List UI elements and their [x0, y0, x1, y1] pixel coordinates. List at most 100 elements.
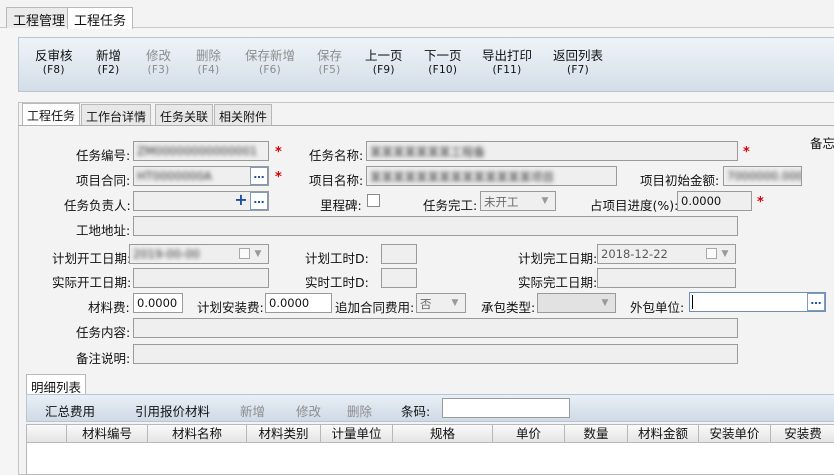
column-header[interactable]: 材料名称: [148, 425, 247, 443]
subcontractor-lookup-button[interactable]: …: [807, 293, 825, 311]
edit-button[interactable]: 修改 (F3): [146, 49, 171, 77]
task-complete-value: 未开工: [484, 195, 519, 209]
detail-delete-button[interactable]: 删除: [347, 401, 372, 420]
required-mark: *: [275, 170, 282, 185]
task-name-field[interactable]: 某某某某某某某工程备: [366, 141, 738, 161]
add-contract-fee-select[interactable]: 否 ▼: [416, 293, 466, 313]
text-cursor: [692, 295, 693, 309]
sum-fees-button[interactable]: 汇总费用: [45, 401, 95, 420]
actual-start-field[interactable]: [133, 268, 269, 288]
chevron-down-icon: ▼: [721, 249, 729, 259]
material-grid: 材料编号 材料名称 材料类别 计量单位 规格 单价 数量 材料金额 安装单价 安…: [26, 424, 834, 475]
delete-button[interactable]: 删除 (F4): [196, 49, 221, 77]
save-button[interactable]: 保存 (F5): [317, 49, 342, 77]
document-tab-bar: 工程管理 工程任务: [0, 0, 834, 29]
project-name-field[interactable]: 某某某某某某某某某某某某某某项目: [366, 166, 617, 186]
contract-field[interactable]: HT0000000A: [133, 166, 269, 186]
column-header[interactable]: 计量单位: [321, 425, 393, 443]
material-fee-field[interactable]: 0.0000: [133, 293, 183, 313]
tab-project-management[interactable]: 工程管理: [6, 7, 73, 29]
prev-page-key: (F9): [372, 64, 395, 76]
next-page-button[interactable]: 下一页 (F10): [424, 49, 462, 77]
memo-label: 备忘: [810, 136, 834, 151]
column-header[interactable]: 安装单价: [699, 425, 771, 443]
column-header[interactable]: 材料编号: [67, 425, 148, 443]
task-name-label: 任务名称:: [309, 148, 364, 163]
task-no-value: ZM00000000000001: [137, 144, 258, 158]
contract-type-select[interactable]: ▼: [537, 293, 616, 313]
column-header[interactable]: 材料类别: [247, 425, 321, 443]
column-header[interactable]: 数量: [565, 425, 628, 443]
remark-label: 备注说明:: [76, 351, 131, 366]
required-mark: *: [743, 145, 750, 160]
plan-start-date[interactable]: 2019-00-00 ▼: [129, 244, 269, 264]
site-address-field[interactable]: [133, 216, 738, 236]
grid-header: 材料编号 材料名称 材料类别 计量单位 规格 单价 数量 材料金额 安装单价 安…: [27, 425, 834, 443]
initial-amount-value: 7000000.0000: [727, 169, 801, 183]
progress-ratio-field[interactable]: 0.0000: [677, 191, 752, 211]
tab-detail-list[interactable]: 明细列表: [26, 374, 87, 395]
detail-new-button[interactable]: 新增: [240, 401, 265, 420]
actual-finish-field[interactable]: [597, 268, 736, 288]
task-name-value: 某某某某某某某工程备: [370, 145, 485, 159]
subtab-workbench-detail[interactable]: 工作台详情: [81, 104, 152, 125]
new-button[interactable]: 新增 (F2): [96, 49, 121, 77]
export-print-button[interactable]: 导出打印 (F11): [482, 49, 532, 77]
column-header[interactable]: 安装费: [771, 425, 834, 443]
new-key: (F2): [97, 64, 120, 76]
detail-edit-button[interactable]: 修改: [296, 401, 321, 420]
quote-materials-button[interactable]: 引用报价材料: [135, 401, 210, 420]
plan-start-label: 计划开工日期:: [52, 251, 132, 266]
column-header[interactable]: [27, 425, 67, 443]
task-no-label: 任务编号:: [76, 148, 131, 163]
next-page-label: 下一页: [424, 48, 462, 63]
milestone-checkbox[interactable]: [367, 194, 380, 207]
contract-label: 项目合同:: [76, 173, 131, 188]
subtab-project-task[interactable]: 工程任务: [22, 103, 81, 125]
plan-hours-field[interactable]: [381, 244, 417, 264]
task-complete-label: 任务完工:: [423, 198, 478, 213]
back-to-list-key: (F7): [566, 64, 590, 76]
actual-hours-field[interactable]: [381, 268, 417, 288]
add-contract-fee-value: 否: [420, 297, 432, 311]
plan-start-value: 2019-00-00: [133, 247, 200, 261]
actual-hours-label: 实时工时D:: [305, 275, 369, 290]
contract-type-label: 承包类型:: [481, 300, 536, 315]
prev-page-button[interactable]: 上一页 (F9): [365, 49, 403, 77]
contract-value: HT0000000A: [137, 169, 212, 183]
material-fee-label: 材料费:: [88, 300, 130, 315]
chevron-down-icon: ▼: [451, 298, 459, 308]
task-content-field[interactable]: [133, 318, 738, 338]
calendar-icon: [706, 248, 717, 259]
plan-install-fee-field[interactable]: 0.0000: [265, 293, 332, 313]
prev-page-label: 上一页: [365, 48, 403, 63]
task-no-field[interactable]: ZM00000000000001: [133, 141, 269, 161]
remark-field[interactable]: [133, 344, 738, 364]
project-name-value: 某某某某某某某某某某某某某某项目: [370, 170, 554, 184]
initial-amount-field[interactable]: 7000000.0000: [723, 166, 802, 186]
subtab-attachments[interactable]: 相关附件: [214, 104, 273, 125]
chevron-down-icon: ▼: [254, 249, 262, 259]
task-content-label: 任务内容:: [76, 325, 131, 340]
plan-finish-date[interactable]: 2018-12-22 ▼: [597, 244, 736, 264]
column-header[interactable]: 材料金额: [628, 425, 699, 443]
contract-lookup-button[interactable]: …: [250, 167, 268, 185]
add-contract-fee-label: 追加合同费用:: [335, 300, 415, 315]
export-print-label: 导出打印: [482, 48, 533, 63]
tab-project-task[interactable]: 工程任务: [67, 7, 134, 29]
back-to-list-button[interactable]: 返回列表 (F7): [553, 49, 603, 77]
task-complete-select[interactable]: 未开工 ▼: [480, 191, 556, 211]
subcontractor-field[interactable]: [689, 292, 826, 312]
subtab-task-relation[interactable]: 任务关联: [155, 104, 214, 125]
progress-ratio-label: 占项目进度(%):: [590, 198, 679, 213]
required-mark: *: [275, 145, 282, 160]
column-header[interactable]: 单价: [493, 425, 565, 443]
chevron-down-icon: ▼: [601, 298, 609, 308]
save-new-button[interactable]: 保存新增 (F6): [245, 49, 295, 77]
add-owner-icon[interactable]: +: [233, 192, 249, 210]
barcode-label: 条码:: [401, 404, 431, 419]
owner-lookup-button[interactable]: …: [250, 192, 268, 210]
column-header[interactable]: 规格: [393, 425, 493, 443]
unaudit-button[interactable]: 反审核 (F8): [35, 49, 73, 77]
barcode-input[interactable]: [442, 398, 570, 418]
